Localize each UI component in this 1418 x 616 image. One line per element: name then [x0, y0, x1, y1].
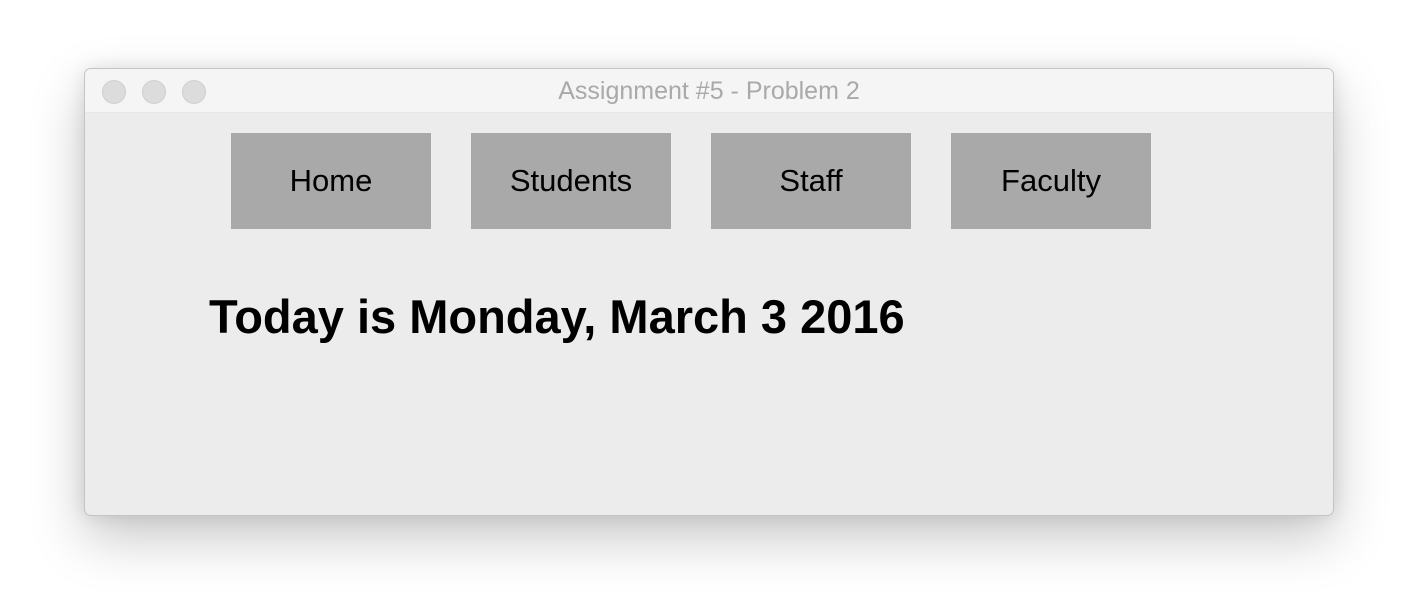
app-window: Assignment #5 - Problem 2 Home Students … — [84, 68, 1334, 516]
window-title: Assignment #5 - Problem 2 — [558, 77, 860, 105]
faculty-button[interactable]: Faculty — [951, 133, 1151, 229]
home-button[interactable]: Home — [231, 133, 431, 229]
date-heading: Today is Monday, March 3 2016 — [209, 290, 905, 343]
staff-button[interactable]: Staff — [711, 133, 911, 229]
students-button[interactable]: Students — [471, 133, 671, 229]
title-bar[interactable]: Assignment #5 - Problem 2 — [85, 69, 1333, 113]
